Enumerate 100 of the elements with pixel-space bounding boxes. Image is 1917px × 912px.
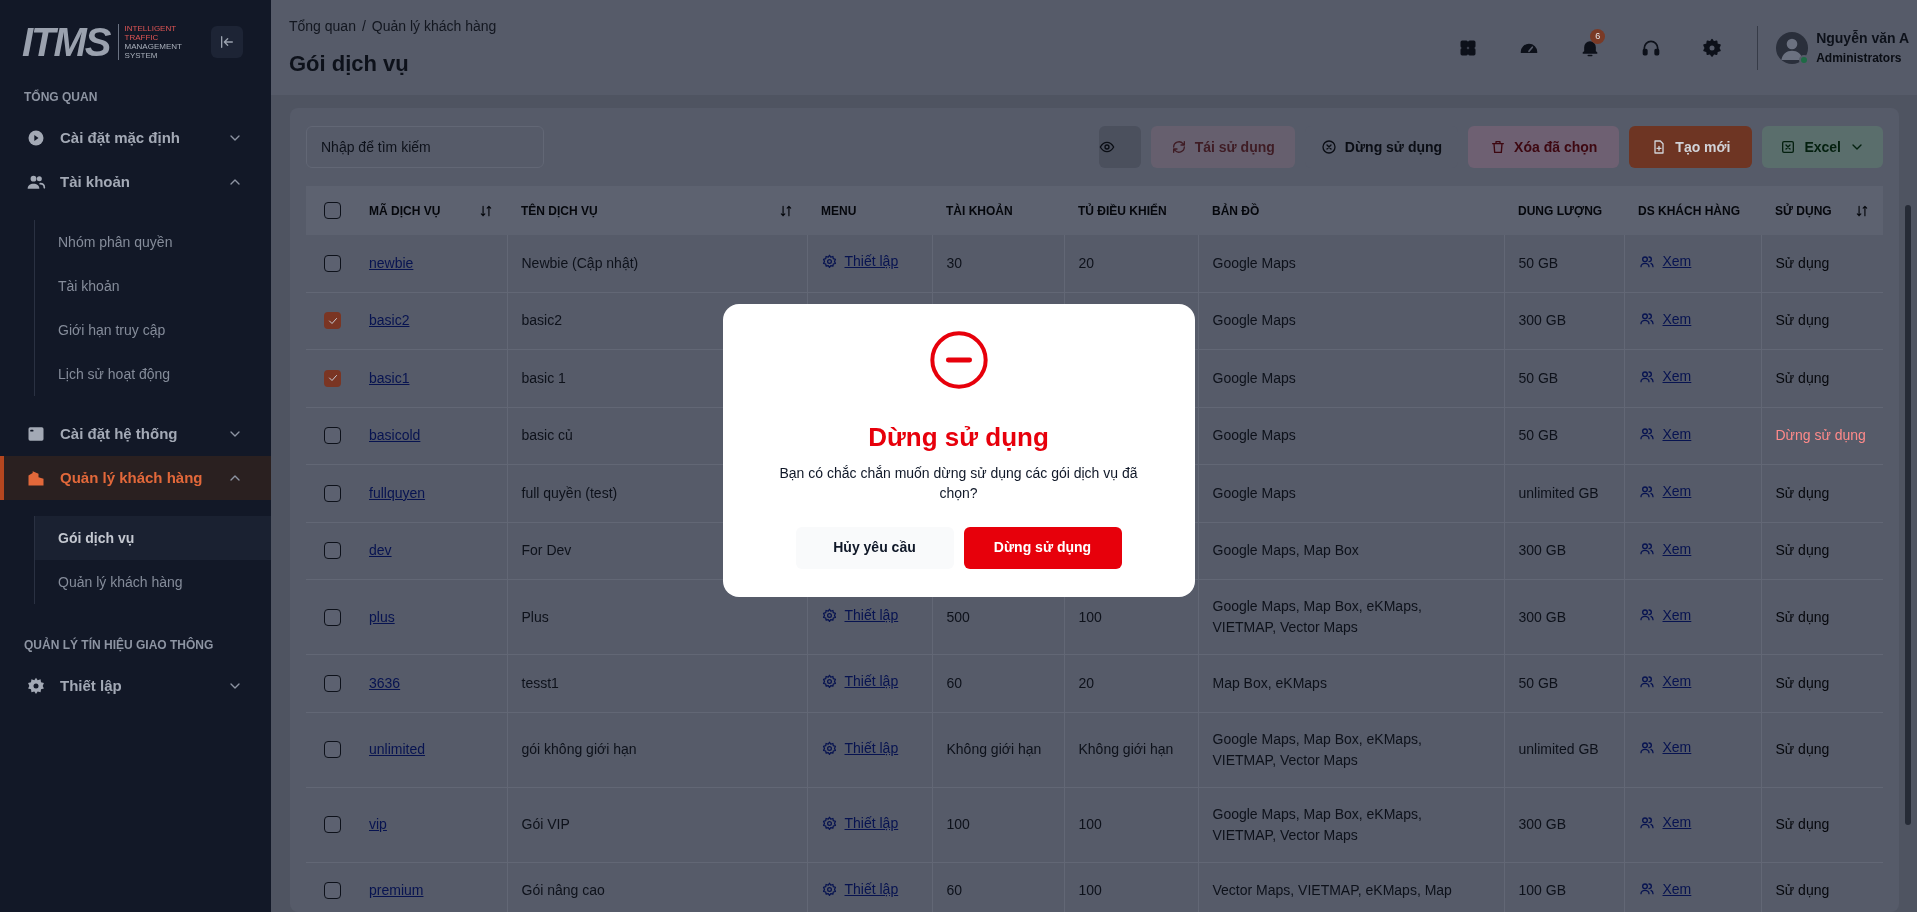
setup-link[interactable]: Thiết lập xyxy=(821,605,899,626)
nav-subitem[interactable]: Quản lý khách hàng xyxy=(35,560,271,604)
service-code-link[interactable]: basic1 xyxy=(369,369,410,386)
setup-link[interactable]: Thiết lập xyxy=(821,737,899,759)
checkbox[interactable] xyxy=(324,427,341,445)
view-customers-link[interactable]: Xem xyxy=(1638,481,1692,502)
section-heading: QUẢN LÝ TÍN HIỆU GIAO THÔNG xyxy=(23,636,215,654)
view-customers-link[interactable]: Xem xyxy=(1638,538,1692,560)
table-cell: Plus xyxy=(521,608,549,625)
table-cell: 50 GB xyxy=(1518,369,1559,386)
nav-subitem[interactable]: Giới hạn truy cập xyxy=(35,308,271,352)
avatar[interactable] xyxy=(1776,31,1809,64)
nav-item[interactable]: Cài đặt mặc định xyxy=(0,116,271,160)
table-cell-text: Google Maps xyxy=(1212,368,1297,388)
users-icon xyxy=(1638,426,1655,442)
service-code-link[interactable]: 3636 xyxy=(369,674,401,691)
cancel-button[interactable]: Hủy yêu cầu xyxy=(795,526,954,569)
table-cell: basic2 xyxy=(521,312,562,329)
checkbox[interactable] xyxy=(324,484,341,502)
circle-x-icon xyxy=(1320,139,1337,155)
user-role: Administrators xyxy=(1816,50,1903,67)
view-customers-link[interactable]: Xem xyxy=(1638,878,1692,900)
collapse-sidebar-button[interactable] xyxy=(211,26,243,58)
nav-subitem[interactable]: Lịch sử hoạt động xyxy=(35,352,271,396)
view-customers-link[interactable]: Xem xyxy=(1638,366,1692,387)
nav-item[interactable]: Cài đặt hệ thống xyxy=(0,412,271,456)
page-title: Gói dịch vụ xyxy=(289,49,410,78)
status-text: Sử dụng xyxy=(1775,741,1830,757)
column-header: SỬ DỤNG xyxy=(1775,202,1832,220)
service-code-link[interactable]: premium xyxy=(369,882,424,899)
service-code-link[interactable]: basicold xyxy=(369,427,421,444)
gear-icon xyxy=(821,674,837,690)
dialog-title: Dừng sử dụng xyxy=(868,420,1049,454)
view-customers-link[interactable]: Xem xyxy=(1638,251,1692,272)
view-customers-link[interactable]: Xem xyxy=(1638,308,1692,330)
table-cell: full quyền (test) xyxy=(521,484,618,501)
checkbox[interactable] xyxy=(324,369,341,387)
service-code-link[interactable]: plus xyxy=(369,608,395,625)
service-code-link[interactable]: unlimited xyxy=(369,741,426,757)
bell-button[interactable]: 6 xyxy=(1562,27,1618,68)
delete-selected-button[interactable]: Xóa đã chọn xyxy=(1468,126,1620,168)
view-button[interactable] xyxy=(1098,126,1141,168)
scrollbar[interactable] xyxy=(1905,205,1911,825)
trash-icon xyxy=(1490,139,1507,155)
table-cell: 300 GB xyxy=(1518,312,1566,329)
users-icon xyxy=(1638,739,1655,756)
checkbox[interactable] xyxy=(324,882,341,900)
nav-item[interactable]: Quản lý khách hàng xyxy=(0,456,271,500)
setup-link[interactable]: Thiết lập xyxy=(821,671,899,693)
search-field[interactable]: Nhập để tìm kiếm xyxy=(306,126,544,168)
refresh-icon xyxy=(1170,139,1187,155)
nav-item[interactable]: Tài khoản xyxy=(0,160,271,204)
users-icon xyxy=(1638,814,1655,831)
service-code-link[interactable]: dev xyxy=(369,542,392,559)
table-cell: basic 1 xyxy=(521,369,566,386)
users-icon xyxy=(1638,483,1655,500)
checkbox[interactable] xyxy=(324,816,341,833)
table-cell: For Dev xyxy=(521,542,572,559)
checkbox[interactable] xyxy=(324,542,341,560)
view-customers-link[interactable]: Xem xyxy=(1638,737,1692,759)
breadcrumb-link[interactable]: Quản lý khách hàng xyxy=(371,15,497,37)
create-button[interactable]: Tạo mới xyxy=(1629,126,1753,168)
table-cell-text: Map Box, eKMaps xyxy=(1212,673,1328,693)
service-code-link[interactable]: fullquyen xyxy=(369,484,426,501)
checkbox[interactable] xyxy=(324,741,341,758)
nav-subitem[interactable]: Gói dịch vụ xyxy=(35,516,271,560)
table-cell-text: Google Maps xyxy=(1212,253,1297,273)
view-customers-link[interactable]: Xem xyxy=(1638,604,1692,626)
nav-label: Thiết lập xyxy=(60,675,122,696)
service-code-link[interactable]: newbie xyxy=(369,254,414,271)
breadcrumb-separator: / xyxy=(361,16,366,36)
status-text: Sử dụng xyxy=(1775,674,1830,691)
setup-link[interactable]: Thiết lập xyxy=(821,251,899,273)
breadcrumb-link[interactable]: Tổng quan xyxy=(289,15,356,37)
table-cell: 60 xyxy=(946,882,963,899)
table-cell-text: Google Maps xyxy=(1212,426,1297,446)
view-customers-link[interactable]: Xem xyxy=(1638,812,1692,834)
service-code-link[interactable]: vip xyxy=(369,816,387,832)
checkbox[interactable] xyxy=(324,254,341,272)
status-text: Sử dụng xyxy=(1775,484,1830,501)
checkbox[interactable] xyxy=(324,202,341,219)
view-customers-link[interactable]: Xem xyxy=(1638,671,1692,692)
table-cell-text: Google Maps, Map Box, eKMaps, VIETMAP, Vector Maps xyxy=(1212,597,1423,637)
table-cell: 30 xyxy=(946,254,963,271)
view-customers-link[interactable]: Xem xyxy=(1638,423,1692,445)
setup-link[interactable]: Thiết lập xyxy=(821,812,899,834)
nav-subitem[interactable]: Nhóm phân quyền xyxy=(35,220,271,264)
table-cell: Không giới hạn xyxy=(1078,741,1174,757)
nav-item[interactable]: Thiết lập xyxy=(0,664,271,708)
service-code-link[interactable]: basic2 xyxy=(369,312,410,329)
confirm-stop-button[interactable]: Dừng sử dụng xyxy=(963,526,1122,569)
nav-subitem[interactable]: Tài khoản xyxy=(35,264,271,308)
gear-icon xyxy=(821,254,837,270)
setup-link[interactable]: Thiết lập xyxy=(821,878,899,900)
nav-label: Quản lý khách hàng xyxy=(60,467,203,488)
column-header: BẢN ĐỒ xyxy=(1212,202,1260,220)
checkbox[interactable] xyxy=(324,312,341,330)
checkbox[interactable] xyxy=(324,608,341,626)
excel-button[interactable]: Excel xyxy=(1762,126,1883,168)
checkbox[interactable] xyxy=(324,674,341,692)
